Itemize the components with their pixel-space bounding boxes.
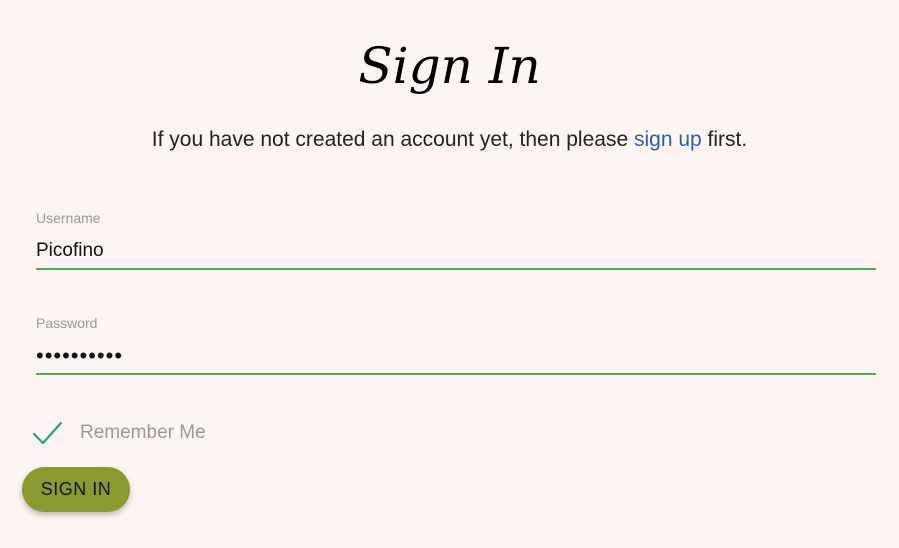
sign-up-link[interactable]: sign up: [634, 128, 702, 151]
sign-in-button[interactable]: SIGN IN: [22, 467, 130, 512]
signup-prompt-text-before: If you have not created an account yet, …: [151, 128, 634, 151]
page-title: Sign In: [358, 37, 541, 95]
password-input[interactable]: [36, 339, 876, 375]
username-input[interactable]: [36, 234, 876, 270]
checkmark-icon[interactable]: [32, 420, 63, 446]
password-label: Password: [36, 315, 98, 331]
signup-prompt: If you have not created an account yet, …: [0, 126, 899, 154]
remember-me-label: Remember Me: [80, 422, 206, 443]
remember-me-checkbox[interactable]: Remember Me: [32, 418, 206, 448]
signup-prompt-text-after: first.: [701, 128, 748, 151]
username-label: Username: [36, 210, 101, 226]
